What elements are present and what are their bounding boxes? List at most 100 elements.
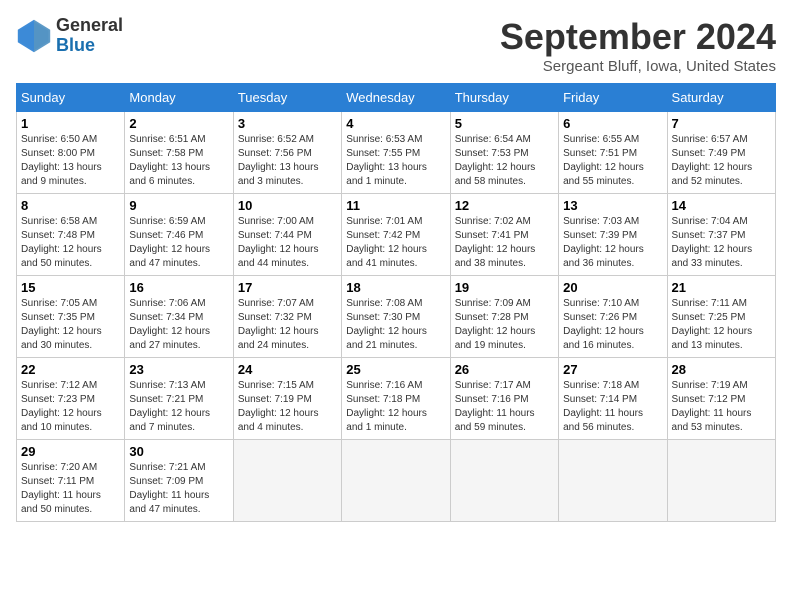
day-detail: Sunrise: 6:53 AMSunset: 7:55 PMDaylight:… (346, 133, 445, 189)
calendar-cell: 18 Sunrise: 7:08 AMSunset: 7:30 PMDayligh… (342, 276, 450, 358)
day-detail: Sunrise: 7:09 AMSunset: 7:28 PMDaylight:… (455, 297, 554, 353)
day-number: 6 (563, 116, 662, 131)
day-number: 30 (129, 444, 228, 459)
day-number: 8 (21, 198, 120, 213)
day-number: 13 (563, 198, 662, 213)
calendar-cell: 6 Sunrise: 6:55 AMSunset: 7:51 PMDaylight… (559, 112, 667, 194)
calendar-cell: 25 Sunrise: 7:16 AMSunset: 7:18 PMDayligh… (342, 358, 450, 440)
calendar-cell: 15 Sunrise: 7:05 AMSunset: 7:35 PMDayligh… (17, 276, 125, 358)
day-number: 11 (346, 198, 445, 213)
day-detail: Sunrise: 7:07 AMSunset: 7:32 PMDaylight:… (238, 297, 337, 353)
day-number: 26 (455, 362, 554, 377)
calendar-cell: 30 Sunrise: 7:21 AMSunset: 7:09 PMDayligh… (125, 440, 233, 522)
day-number: 7 (672, 116, 771, 131)
day-detail: Sunrise: 7:06 AMSunset: 7:34 PMDaylight:… (129, 297, 228, 353)
calendar-cell: 2 Sunrise: 6:51 AMSunset: 7:58 PMDaylight… (125, 112, 233, 194)
calendar-cell: 13 Sunrise: 7:03 AMSunset: 7:39 PMDayligh… (559, 194, 667, 276)
day-detail: Sunrise: 6:54 AMSunset: 7:53 PMDaylight:… (455, 133, 554, 189)
day-number: 5 (455, 116, 554, 131)
day-detail: Sunrise: 7:21 AMSunset: 7:09 PMDaylight:… (129, 461, 228, 517)
calendar-cell: 29Sunrise: 7:20 AMSunset: 7:11 PMDayligh… (17, 440, 125, 522)
calendar-cell: 11 Sunrise: 7:01 AMSunset: 7:42 PMDayligh… (342, 194, 450, 276)
month-title: September 2024 (500, 16, 776, 58)
calendar-cell: 9 Sunrise: 6:59 AMSunset: 7:46 PMDaylight… (125, 194, 233, 276)
calendar-cell: 21Sunrise: 7:11 AMSunset: 7:25 PMDayligh… (667, 276, 775, 358)
weekday-header-saturday: Saturday (667, 84, 775, 112)
calendar-cell: 19 Sunrise: 7:09 AMSunset: 7:28 PMDayligh… (450, 276, 558, 358)
day-number: 4 (346, 116, 445, 131)
day-number: 20 (563, 280, 662, 295)
calendar-cell: 14 Sunrise: 7:04 AMSunset: 7:37 PMDayligh… (667, 194, 775, 276)
calendar-cell: 5 Sunrise: 6:54 AMSunset: 7:53 PMDaylight… (450, 112, 558, 194)
day-detail: Sunrise: 7:18 AMSunset: 7:14 PMDaylight:… (563, 379, 662, 435)
page-header: General Blue September 2024 Sergeant Blu… (16, 16, 776, 75)
day-number: 25 (346, 362, 445, 377)
day-detail: Sunrise: 6:52 AMSunset: 7:56 PMDaylight:… (238, 133, 337, 189)
day-detail: Sunrise: 7:16 AMSunset: 7:18 PMDaylight:… (346, 379, 445, 435)
day-detail: Sunrise: 6:57 AMSunset: 7:49 PMDaylight:… (672, 133, 771, 189)
week-row-3: 15 Sunrise: 7:05 AMSunset: 7:35 PMDayligh… (17, 276, 776, 358)
day-number: 10 (238, 198, 337, 213)
weekday-header-row: SundayMondayTuesdayWednesdayThursdayFrid… (17, 84, 776, 112)
day-detail: Sunrise: 7:20 AMSunset: 7:11 PMDaylight:… (21, 461, 120, 517)
day-number: 14 (672, 198, 771, 213)
location: Sergeant Bluff, Iowa, United States (500, 58, 776, 75)
calendar-cell: 3 Sunrise: 6:52 AMSunset: 7:56 PMDaylight… (233, 112, 341, 194)
day-number: 22 (21, 362, 120, 377)
calendar-cell (233, 440, 341, 522)
calendar-cell: 20Sunrise: 7:10 AMSunset: 7:26 PMDayligh… (559, 276, 667, 358)
day-detail: Sunrise: 6:59 AMSunset: 7:46 PMDaylight:… (129, 215, 228, 271)
day-detail: Sunrise: 7:08 AMSunset: 7:30 PMDaylight:… (346, 297, 445, 353)
day-number: 9 (129, 198, 228, 213)
day-detail: Sunrise: 7:03 AMSunset: 7:39 PMDaylight:… (563, 215, 662, 271)
day-number: 23 (129, 362, 228, 377)
calendar-cell: 10 Sunrise: 7:00 AMSunset: 7:44 PMDayligh… (233, 194, 341, 276)
day-number: 24 (238, 362, 337, 377)
week-row-4: 22Sunrise: 7:12 AMSunset: 7:23 PMDayligh… (17, 358, 776, 440)
day-number: 2 (129, 116, 228, 131)
calendar-cell: 7 Sunrise: 6:57 AMSunset: 7:49 PMDaylight… (667, 112, 775, 194)
calendar-cell: 26Sunrise: 7:17 AMSunset: 7:16 PMDayligh… (450, 358, 558, 440)
calendar-cell: 16Sunrise: 7:06 AMSunset: 7:34 PMDayligh… (125, 276, 233, 358)
day-detail: Sunrise: 7:02 AMSunset: 7:41 PMDaylight:… (455, 215, 554, 271)
day-number: 18 (346, 280, 445, 295)
day-detail: Sunrise: 7:13 AMSunset: 7:21 PMDaylight:… (129, 379, 228, 435)
day-number: 28 (672, 362, 771, 377)
week-row-1: 1 Sunrise: 6:50 AMSunset: 8:00 PMDaylight… (17, 112, 776, 194)
day-number: 15 (21, 280, 120, 295)
logo-icon (16, 18, 52, 54)
calendar-cell: 4 Sunrise: 6:53 AMSunset: 7:55 PMDaylight… (342, 112, 450, 194)
day-detail: Sunrise: 7:05 AMSunset: 7:35 PMDaylight:… (21, 297, 120, 353)
calendar-cell (342, 440, 450, 522)
day-detail: Sunrise: 6:58 AMSunset: 7:48 PMDaylight:… (21, 215, 120, 271)
weekday-header-friday: Friday (559, 84, 667, 112)
day-number: 17 (238, 280, 337, 295)
calendar-cell: 1 Sunrise: 6:50 AMSunset: 8:00 PMDaylight… (17, 112, 125, 194)
day-detail: Sunrise: 7:15 AMSunset: 7:19 PMDaylight:… (238, 379, 337, 435)
calendar-cell: 8 Sunrise: 6:58 AMSunset: 7:48 PMDaylight… (17, 194, 125, 276)
calendar-body: 1 Sunrise: 6:50 AMSunset: 8:00 PMDaylight… (17, 112, 776, 522)
day-number: 19 (455, 280, 554, 295)
day-detail: Sunrise: 7:04 AMSunset: 7:37 PMDaylight:… (672, 215, 771, 271)
weekday-header-wednesday: Wednesday (342, 84, 450, 112)
calendar-cell (450, 440, 558, 522)
day-detail: Sunrise: 7:00 AMSunset: 7:44 PMDaylight:… (238, 215, 337, 271)
day-number: 3 (238, 116, 337, 131)
logo-text: General Blue (56, 16, 123, 56)
day-detail: Sunrise: 7:19 AMSunset: 7:12 PMDaylight:… (672, 379, 771, 435)
day-number: 1 (21, 116, 120, 131)
weekday-header-tuesday: Tuesday (233, 84, 341, 112)
day-detail: Sunrise: 6:51 AMSunset: 7:58 PMDaylight:… (129, 133, 228, 189)
calendar-cell: 23 Sunrise: 7:13 AMSunset: 7:21 PMDayligh… (125, 358, 233, 440)
day-detail: Sunrise: 7:11 AMSunset: 7:25 PMDaylight:… (672, 297, 771, 353)
calendar-cell: 17 Sunrise: 7:07 AMSunset: 7:32 PMDayligh… (233, 276, 341, 358)
day-detail: Sunrise: 7:01 AMSunset: 7:42 PMDaylight:… (346, 215, 445, 271)
calendar-cell: 22Sunrise: 7:12 AMSunset: 7:23 PMDayligh… (17, 358, 125, 440)
weekday-header-sunday: Sunday (17, 84, 125, 112)
week-row-5: 29Sunrise: 7:20 AMSunset: 7:11 PMDayligh… (17, 440, 776, 522)
week-row-2: 8 Sunrise: 6:58 AMSunset: 7:48 PMDaylight… (17, 194, 776, 276)
day-number: 27 (563, 362, 662, 377)
day-detail: Sunrise: 6:55 AMSunset: 7:51 PMDaylight:… (563, 133, 662, 189)
day-detail: Sunrise: 6:50 AMSunset: 8:00 PMDaylight:… (21, 133, 120, 189)
calendar-cell (667, 440, 775, 522)
